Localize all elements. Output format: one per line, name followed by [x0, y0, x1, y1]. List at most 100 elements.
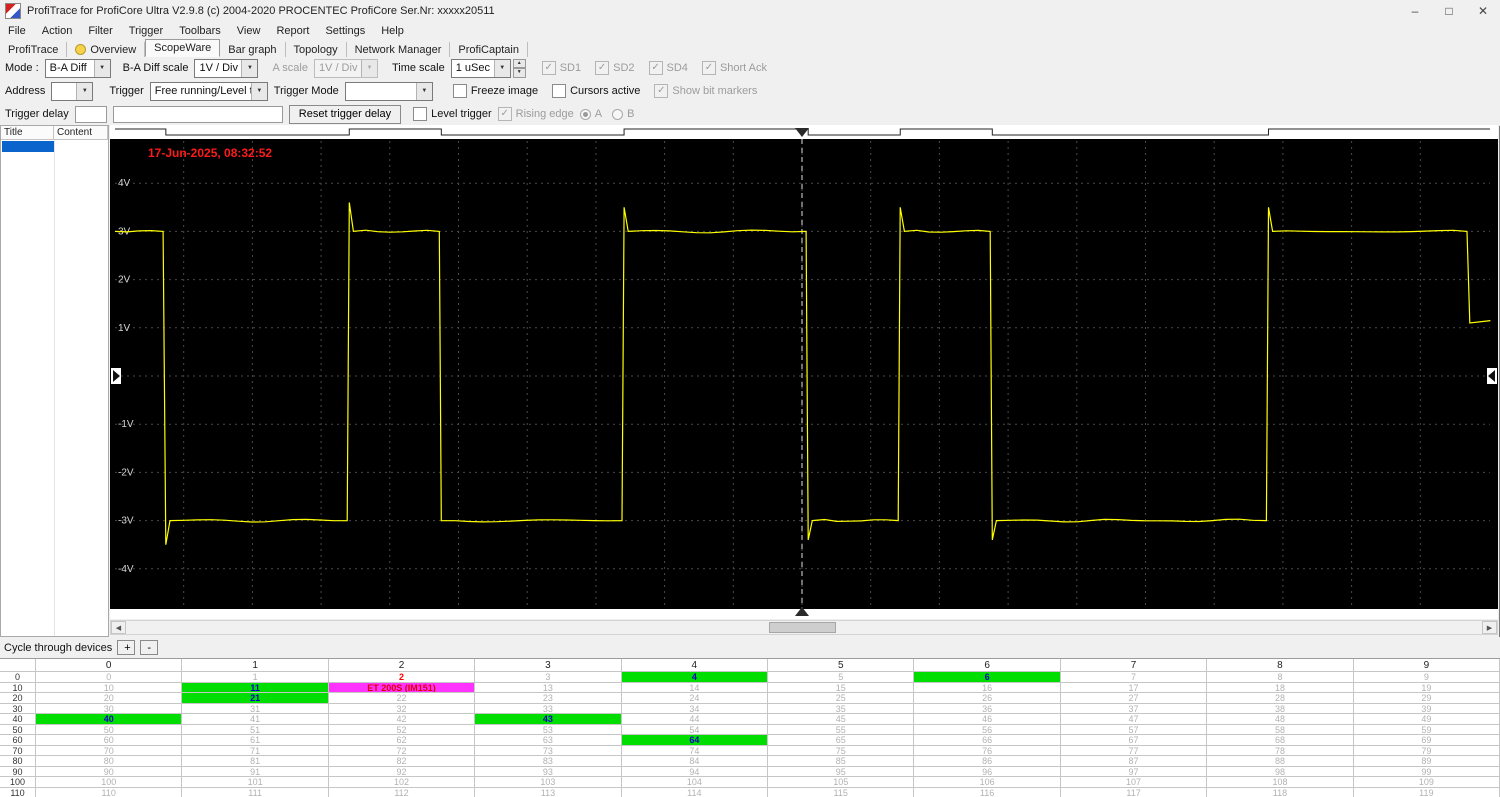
station-cell-99[interactable]: 99 — [1353, 766, 1500, 777]
station-cell-29[interactable]: 29 — [1353, 693, 1500, 704]
station-cell-87[interactable]: 87 — [1060, 756, 1208, 767]
station-cell-82[interactable]: 82 — [328, 756, 476, 767]
station-cell-13[interactable]: 13 — [475, 682, 622, 693]
station-cell-90[interactable]: 90 — [36, 766, 183, 777]
station-cell-65[interactable]: 65 — [768, 735, 915, 746]
station-cell-94[interactable]: 94 — [621, 766, 769, 777]
station-cell-56[interactable]: 56 — [914, 724, 1061, 735]
station-cell-57[interactable]: 57 — [1060, 724, 1208, 735]
tab-bar-graph[interactable]: Bar graph — [220, 42, 286, 57]
checkbox-level-trigger[interactable]: Level trigger — [413, 107, 492, 121]
station-cell-119[interactable]: 119 — [1353, 787, 1500, 797]
station-cell-95[interactable]: 95 — [768, 766, 915, 777]
oscilloscope-canvas[interactable]: 4V3V2V1V-1V-2V-3V-4V17-Jun-2025, 08:32:5… — [110, 125, 1498, 619]
station-cell-116[interactable]: 116 — [914, 787, 1061, 797]
station-cell-54[interactable]: 54 — [621, 724, 769, 735]
station-cell-53[interactable]: 53 — [475, 724, 622, 735]
spinner-up-icon[interactable]: ▲ — [512, 58, 526, 68]
station-cell-81[interactable]: 81 — [182, 756, 329, 767]
address-select[interactable]: ▼ — [51, 81, 94, 101]
station-cell-59[interactable]: 59 — [1353, 724, 1500, 735]
station-cell-100[interactable]: 100 — [36, 777, 183, 788]
station-cell-25[interactable]: 25 — [768, 693, 915, 704]
station-cell-89[interactable]: 89 — [1353, 756, 1500, 767]
station-cell-3[interactable]: 3 — [475, 672, 622, 683]
station-cell-27[interactable]: 27 — [1060, 693, 1208, 704]
tab-topology[interactable]: Topology — [286, 42, 347, 57]
tab-network-manager[interactable]: Network Manager — [347, 42, 451, 57]
trigger-select[interactable]: Free running/Level trigger ▼ — [149, 81, 268, 101]
selected-marker-row[interactable] — [2, 141, 54, 152]
station-cell-41[interactable]: 41 — [182, 714, 329, 725]
station-cell-69[interactable]: 69 — [1353, 735, 1500, 746]
station-cell-18[interactable]: 18 — [1207, 682, 1354, 693]
station-cell-92[interactable]: 92 — [328, 766, 476, 777]
station-cell-77[interactable]: 77 — [1060, 745, 1208, 756]
scrollbar-thumb[interactable] — [769, 622, 836, 633]
menu-settings[interactable]: Settings — [317, 24, 373, 38]
station-cell-46[interactable]: 46 — [914, 714, 1061, 725]
station-cell-96[interactable]: 96 — [914, 766, 1061, 777]
station-cell-93[interactable]: 93 — [475, 766, 622, 777]
station-cell-12[interactable]: ET 200S (IM151) — [328, 682, 476, 693]
station-cell-64[interactable]: 64 — [621, 735, 769, 746]
station-cell-101[interactable]: 101 — [182, 777, 329, 788]
station-cell-105[interactable]: 105 — [768, 777, 915, 788]
station-cell-2[interactable]: 2 — [328, 672, 476, 683]
station-cell-19[interactable]: 19 — [1353, 682, 1500, 693]
station-cell-70[interactable]: 70 — [36, 745, 183, 756]
station-cell-75[interactable]: 75 — [768, 745, 915, 756]
station-cell-113[interactable]: 113 — [475, 787, 622, 797]
menu-help[interactable]: Help — [373, 24, 412, 38]
station-cell-76[interactable]: 76 — [914, 745, 1061, 756]
checkbox-freeze-image[interactable]: Freeze image — [452, 84, 538, 98]
station-cell-15[interactable]: 15 — [768, 682, 915, 693]
trigger-mode-select[interactable]: ▼ — [344, 81, 433, 101]
station-cell-40[interactable]: 40 — [36, 714, 183, 725]
station-cell-8[interactable]: 8 — [1207, 672, 1354, 683]
station-cell-44[interactable]: 44 — [621, 714, 769, 725]
scroll-left-icon[interactable]: ◀ — [111, 621, 126, 634]
station-cell-102[interactable]: 102 — [328, 777, 476, 788]
station-cell-114[interactable]: 114 — [621, 787, 769, 797]
station-cell-83[interactable]: 83 — [475, 756, 622, 767]
station-cell-30[interactable]: 30 — [36, 703, 183, 714]
menu-trigger[interactable]: Trigger — [121, 24, 171, 38]
station-cell-108[interactable]: 108 — [1207, 777, 1354, 788]
station-cell-32[interactable]: 32 — [328, 703, 476, 714]
station-cell-47[interactable]: 47 — [1060, 714, 1208, 725]
station-cell-21[interactable]: 21 — [182, 693, 329, 704]
station-cell-79[interactable]: 79 — [1353, 745, 1500, 756]
scroll-right-icon[interactable]: ▶ — [1482, 621, 1497, 634]
checkbox-cursors-active[interactable]: Cursors active — [552, 84, 640, 98]
station-cell-36[interactable]: 36 — [914, 703, 1061, 714]
station-cell-62[interactable]: 62 — [328, 735, 476, 746]
menu-filter[interactable]: Filter — [80, 24, 120, 38]
tab-profitrace[interactable]: ProfiTrace — [0, 42, 68, 57]
station-cell-0[interactable]: 0 — [36, 672, 183, 683]
cycle-minus-button[interactable]: - — [140, 640, 159, 655]
station-cell-118[interactable]: 118 — [1207, 787, 1354, 797]
station-cell-6[interactable]: 6 — [914, 672, 1061, 683]
column-title[interactable]: Title — [1, 126, 54, 140]
station-cell-31[interactable]: 31 — [182, 703, 329, 714]
menu-action[interactable]: Action — [34, 24, 81, 38]
station-cell-72[interactable]: 72 — [328, 745, 476, 756]
scope-horizontal-scrollbar[interactable]: ◀ ▶ — [110, 620, 1498, 635]
cycle-plus-button[interactable]: + — [117, 640, 136, 655]
spinner-down-icon[interactable]: ▼ — [512, 68, 526, 78]
station-cell-85[interactable]: 85 — [768, 756, 915, 767]
station-cell-109[interactable]: 109 — [1353, 777, 1500, 788]
station-cell-107[interactable]: 107 — [1060, 777, 1208, 788]
station-cell-24[interactable]: 24 — [621, 693, 769, 704]
station-cell-52[interactable]: 52 — [328, 724, 476, 735]
station-cell-103[interactable]: 103 — [475, 777, 622, 788]
reset-trigger-delay-button[interactable]: Reset trigger delay — [288, 104, 402, 124]
menu-file[interactable]: File — [0, 24, 34, 38]
station-cell-35[interactable]: 35 — [768, 703, 915, 714]
station-cell-60[interactable]: 60 — [36, 735, 183, 746]
station-cell-43[interactable]: 43 — [475, 714, 622, 725]
station-cell-71[interactable]: 71 — [182, 745, 329, 756]
time-scale-select[interactable]: 1 uSec ▼ — [450, 58, 511, 78]
ba-diff-scale-select[interactable]: 1V / Div ▼ — [194, 58, 259, 78]
